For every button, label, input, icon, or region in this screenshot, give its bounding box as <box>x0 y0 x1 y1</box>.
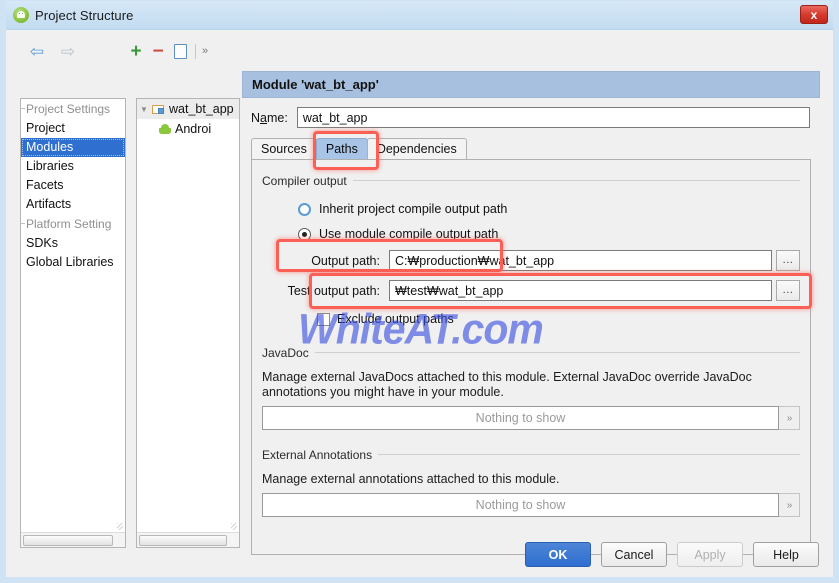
module-name-row: Name: <box>242 98 820 128</box>
use-module-output-path-label: Use module compile output path <box>319 227 499 241</box>
title-bar: Project Structure x <box>6 1 833 30</box>
module-name-label: Name: <box>251 110 288 125</box>
project-structure-window: Project Structure x ⇦ ⇨ + − » Project Se… <box>0 0 839 583</box>
cancel-button[interactable]: Cancel <box>601 542 667 567</box>
test-output-path-label: Test output path: <box>287 283 380 298</box>
scrollbar-thumb[interactable] <box>23 535 113 546</box>
module-tree-panel: ▼ wat_bt_app Androi <box>136 98 240 548</box>
settings-group-project: Project Settings Project Modules Librari… <box>21 99 125 214</box>
add-module-button[interactable]: + <box>125 40 147 62</box>
javadoc-group: JavaDoc <box>262 344 800 362</box>
group-header-project-settings: Project Settings <box>21 99 125 119</box>
remove-module-button[interactable]: − <box>147 40 169 62</box>
radio-checked-icon[interactable] <box>298 227 311 241</box>
paths-tab-panel: Compiler output Inherit project compile … <box>251 159 811 555</box>
exclude-output-paths-row[interactable]: Exclude output paths <box>317 312 454 326</box>
scrollbar-thumb[interactable] <box>139 535 227 546</box>
test-output-path-input[interactable] <box>389 280 772 301</box>
inherit-output-path-label: Inherit project compile output path <box>319 202 508 216</box>
sidebar-item-sdks[interactable]: SDKs <box>21 234 125 253</box>
compiler-output-group: Compiler output <box>262 172 800 190</box>
minus-icon: − <box>152 40 164 62</box>
module-tabs: Sources Paths Dependencies <box>242 128 820 159</box>
external-annotations-list-row: Nothing to show » <box>262 493 800 517</box>
chevron-down-icon[interactable]: ▼ <box>140 105 152 114</box>
settings-list-panel: Project Settings Project Modules Librari… <box>20 98 126 548</box>
ok-button[interactable]: OK <box>525 542 591 567</box>
test-output-path-row: Test output path: ... <box>262 280 800 301</box>
android-studio-icon <box>13 7 29 23</box>
external-annotations-description: Manage external annotations attached to … <box>262 472 560 486</box>
test-output-path-browse-button[interactable]: ... <box>776 280 800 301</box>
help-button[interactable]: Help <box>753 542 819 567</box>
output-path-input[interactable] <box>389 250 772 271</box>
apply-button: Apply <box>677 542 743 567</box>
inherit-output-path-radio-row[interactable]: Inherit project compile output path <box>298 202 507 216</box>
javadoc-title: JavaDoc <box>262 346 315 360</box>
tree-item-android[interactable]: Androi <box>137 119 239 139</box>
module-detail-pane: Module 'wat_bt_app' Name: Sources Paths … <box>242 71 820 558</box>
exclude-output-paths-label: Exclude output paths <box>337 312 454 326</box>
chevron-double-right-icon[interactable]: » <box>202 45 208 57</box>
use-module-output-path-radio-row[interactable]: Use module compile output path <box>298 227 498 241</box>
toolbar: ⇦ ⇨ + − » <box>16 38 826 64</box>
arrow-left-icon[interactable]: ⇦ <box>26 40 48 62</box>
group-header-platform-settings: Platform Setting <box>21 214 125 234</box>
javadoc-description: Manage external JavaDocs attached to thi… <box>262 370 752 399</box>
sidebar-item-global-libraries[interactable]: Global Libraries <box>21 253 125 272</box>
resize-grip[interactable] <box>117 523 123 530</box>
javadoc-expand-button[interactable]: » <box>779 406 800 430</box>
window-body: ⇦ ⇨ + − » Project Settings Project Modul… <box>6 30 833 577</box>
copy-icon <box>173 41 191 59</box>
close-icon[interactable]: x <box>800 5 828 24</box>
tree-toolbar: + − » <box>125 40 208 62</box>
group-divider <box>262 352 800 353</box>
output-path-row: Output path: ... <box>262 250 800 271</box>
module-folder-icon <box>152 104 165 115</box>
settings-hscrollbar[interactable] <box>21 532 125 547</box>
tab-sources[interactable]: Sources <box>251 138 317 159</box>
module-pane-title: Module 'wat_bt_app' <box>242 71 820 98</box>
javadoc-list[interactable]: Nothing to show <box>262 406 779 430</box>
android-robot-icon <box>159 123 171 135</box>
external-annotations-group: External Annotations <box>262 446 800 464</box>
copy-module-button[interactable] <box>169 40 191 62</box>
toolbar-divider <box>195 43 196 59</box>
compiler-output-title: Compiler output <box>262 174 353 188</box>
radio-unchecked-icon[interactable] <box>298 202 311 216</box>
tab-paths[interactable]: Paths <box>315 138 368 159</box>
javadoc-list-row: Nothing to show » <box>262 406 800 430</box>
tree-item-wat-bt-app[interactable]: ▼ wat_bt_app <box>137 99 239 119</box>
external-annotations-list[interactable]: Nothing to show <box>262 493 779 517</box>
arrow-right-icon[interactable]: ⇨ <box>57 40 79 62</box>
tree-hscrollbar[interactable] <box>137 532 239 547</box>
resize-grip[interactable] <box>231 523 237 530</box>
tree-item-label: wat_bt_app <box>169 102 234 116</box>
sidebar-item-project[interactable]: Project <box>21 119 125 138</box>
sidebar-item-libraries[interactable]: Libraries <box>21 157 125 176</box>
output-path-label: Output path: <box>311 253 380 268</box>
tab-dependencies[interactable]: Dependencies <box>366 138 467 159</box>
plus-icon: + <box>130 40 142 62</box>
settings-group-platform: Platform Setting SDKs Global Libraries <box>21 214 125 272</box>
window-title: Project Structure <box>35 7 134 23</box>
external-annotations-title: External Annotations <box>262 448 379 462</box>
sidebar-item-modules[interactable]: Modules <box>21 138 125 157</box>
output-path-browse-button[interactable]: ... <box>776 250 800 271</box>
dialog-button-bar: OK Cancel Apply Help <box>515 542 819 567</box>
sidebar-item-facets[interactable]: Facets <box>21 176 125 195</box>
external-annotations-expand-button[interactable]: » <box>779 493 800 517</box>
sidebar-item-artifacts[interactable]: Artifacts <box>21 195 125 214</box>
tree-item-label: Androi <box>175 122 212 136</box>
checkbox-unchecked-icon[interactable] <box>317 312 330 326</box>
module-name-input[interactable] <box>296 107 810 128</box>
